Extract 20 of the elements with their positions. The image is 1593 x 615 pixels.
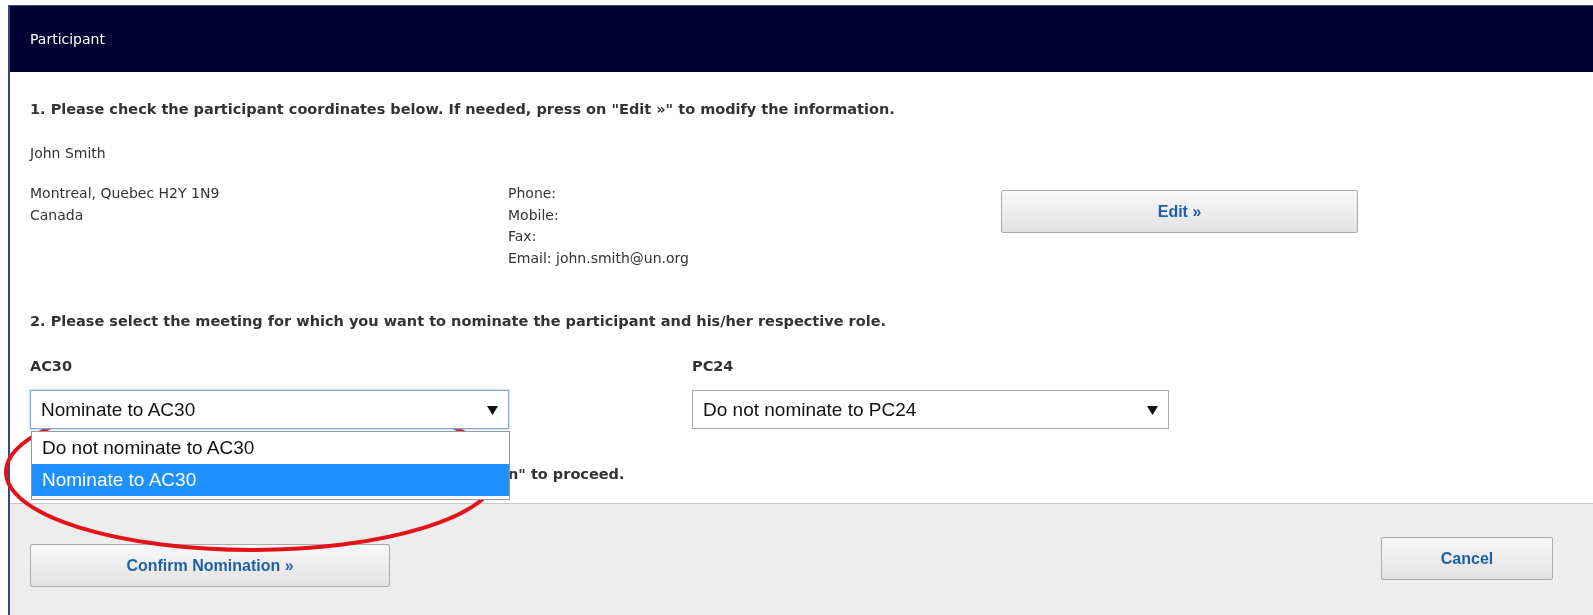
contact-line: Mobile: <box>508 205 560 225</box>
caret-icon <box>487 404 498 415</box>
participant-name: John Smith <box>30 145 107 161</box>
meeting-label: AC30 <box>30 358 74 374</box>
dropdown-option[interactable]: Do not nominate to AC30 <box>32 432 509 464</box>
cancel-button[interactable]: Cancel <box>1381 537 1553 580</box>
instruction-heading: 1. Please check the participant coordinates below. If needed, press on "Edit »" to modify the information. <box>30 100 896 119</box>
contact-line: Fax: <box>508 227 538 246</box>
contact-line: Email: john.smith@un.org <box>508 248 690 268</box>
address-line: Canada <box>30 205 85 225</box>
edit-button[interactable]: Edit » <box>1001 190 1358 233</box>
role-dropdown[interactable]: Do not nominate to PC24 <box>692 390 1169 429</box>
instruction-heading: 2. Please select the meeting for which you want to nominate the participant and his/her respective role. <box>30 312 887 331</box>
contact-line: Phone: <box>508 184 558 203</box>
dropdown-option[interactable]: Nominate to AC30 <box>32 464 509 496</box>
window-title: Participant <box>10 6 1593 72</box>
confirm-button[interactable]: Confirm Nomination » <box>30 544 390 587</box>
caret-icon <box>1147 404 1158 415</box>
meeting-label: PC24 <box>692 358 735 374</box>
address-line: Montreal, Quebec H2Y 1N9 <box>30 184 221 203</box>
